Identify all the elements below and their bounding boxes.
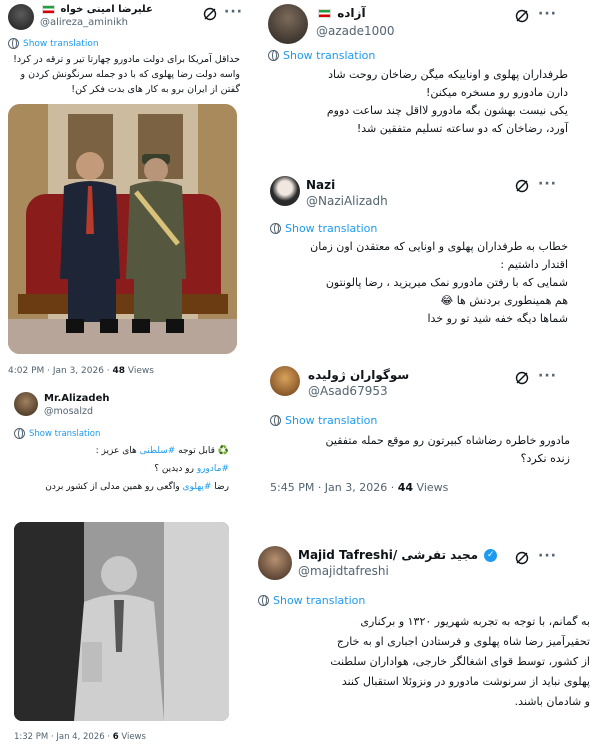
globe-icon bbox=[268, 50, 279, 61]
tweet-photo-reza-shah[interactable] bbox=[14, 522, 229, 721]
text-line: هم همینطوری بردنش ها 😂 bbox=[440, 294, 568, 307]
globe-icon bbox=[14, 428, 25, 439]
photo-illustration bbox=[14, 522, 229, 721]
iran-flag-icon bbox=[318, 9, 331, 18]
grok-icon[interactable] bbox=[514, 178, 530, 194]
tweet-card-alireza[interactable]: علیرضا امینی خواه @alireza_aminikh ··· S… bbox=[0, 0, 246, 382]
verified-badge-icon: ✓ bbox=[484, 549, 498, 562]
avatar[interactable] bbox=[268, 4, 308, 44]
display-name[interactable]: علیرضا امینی خواه bbox=[40, 4, 153, 15]
text-line: آورد، رضاخان که دو ساعته تسلیم متفقین شد… bbox=[356, 122, 568, 135]
globe-icon bbox=[258, 595, 269, 606]
tweet-card-majid[interactable]: Majid Tafreshi/ مجید تفرشی ✓ @majidtafre… bbox=[258, 536, 600, 750]
text-line: ♻️ قابل توجه #سلطنی های عزیز : bbox=[95, 446, 229, 456]
tweet-text: طرفداران پهلوی و اوناییکه میگن رضاخان رو… bbox=[268, 66, 568, 138]
avatar[interactable] bbox=[270, 176, 300, 206]
tweet-text: خطاب به طرفداران پهلوی و اونایی که معتقد… bbox=[270, 238, 568, 328]
text-line: تحقیرآمیز رضا شاه پهلوی و فرستادن اجباری… bbox=[336, 635, 590, 648]
tweet-card-mralizadeh[interactable]: Mr.Alizadeh @mosalzd Show translation ♻️… bbox=[0, 386, 246, 750]
text-line: یکی نیست بهشون بگه مادورو لااقل چند ساعت… bbox=[326, 104, 568, 117]
text-line: پهلوی نباید از سرنوشت مادورو در ونزوئلا … bbox=[341, 675, 590, 688]
more-options-icon[interactable]: ··· bbox=[538, 176, 557, 192]
user-handle[interactable]: @mosalzd bbox=[44, 406, 93, 417]
text-line: #مادورو رو دیدین ؟ bbox=[154, 464, 229, 474]
globe-icon bbox=[270, 223, 281, 234]
text-line: رضا #پهلوی واگعی رو همین مدلی از کشور بر… bbox=[45, 482, 229, 492]
text-line: اقتدار داشتیم : bbox=[500, 258, 568, 271]
show-translation-link[interactable]: Show translation bbox=[268, 49, 375, 62]
show-translation-link[interactable]: Show translation bbox=[270, 414, 377, 427]
avatar[interactable] bbox=[8, 4, 34, 30]
tweet-text: ♻️ قابل توجه #سلطنی های عزیز : #مادورو ر… bbox=[14, 442, 229, 496]
display-name[interactable]: آزاده bbox=[316, 6, 366, 20]
tweet-card-nazi[interactable]: Nazi @NaziAlizadh ··· Show translation خ… bbox=[258, 170, 600, 340]
display-name[interactable]: Nazi bbox=[306, 178, 335, 192]
text-line: زنده نکرد؟ bbox=[520, 452, 570, 465]
tweet-text: حداقل آمریکا برای دولت مادورو چهارتا تیر… bbox=[8, 52, 240, 97]
display-name[interactable]: سوگواران ژولیده bbox=[308, 368, 409, 382]
text-line: دارن مادورو رو مسخره میکنن! bbox=[425, 86, 568, 99]
avatar[interactable] bbox=[258, 546, 292, 580]
iran-flag-icon bbox=[42, 4, 55, 14]
text-line: خطاب به طرفداران پهلوی و اونایی که معتقد… bbox=[310, 240, 568, 253]
more-options-icon[interactable]: ··· bbox=[538, 368, 557, 384]
user-handle[interactable]: @azade1000 bbox=[316, 24, 395, 38]
avatar[interactable] bbox=[14, 392, 38, 416]
user-handle[interactable]: @majidtafreshi bbox=[298, 564, 389, 578]
text-line: از کشور، توسط قوای اشغالگر خارجی، هوادار… bbox=[330, 655, 590, 668]
show-translation-link[interactable]: Show translation bbox=[270, 222, 377, 235]
grok-icon[interactable] bbox=[514, 8, 530, 24]
grok-icon[interactable] bbox=[514, 370, 530, 386]
tweet-photo-maduro-reza-shah[interactable] bbox=[8, 104, 237, 354]
hashtag-link[interactable]: #سلطنی bbox=[140, 446, 176, 456]
tweet-meta[interactable]: 4:02 PM · Jan 3, 2026 · 48 Views bbox=[8, 366, 154, 376]
user-handle[interactable]: @alireza_aminikh bbox=[40, 17, 128, 28]
tweet-meta[interactable]: 5:45 PM · Jan 3, 2026 · 44 Views bbox=[270, 481, 448, 494]
text-line: گفتن از ایران برو به کار های بدت فکر کن! bbox=[71, 84, 240, 95]
text-line: و شادمان باشند. bbox=[514, 695, 590, 708]
text-line: حداقل آمریکا برای دولت مادورو چهارتا تیر… bbox=[13, 54, 240, 65]
tweet-text: مادورو خاطره رضاشاه کبیرتون رو موقع حمله… bbox=[270, 432, 570, 468]
tweet-card-azade[interactable]: آزاده @azade1000 ··· Show translation طر… bbox=[258, 0, 600, 150]
text-line: به گمانم، با توجه به تجربه شهریور ۱۳۲۰ و… bbox=[360, 615, 590, 628]
globe-icon bbox=[270, 415, 281, 426]
show-translation-link[interactable]: Show translation bbox=[14, 428, 100, 439]
display-name[interactable]: Majid Tafreshi/ مجید تفرشی ✓ bbox=[298, 548, 499, 562]
show-translation-link[interactable]: Show translation bbox=[258, 594, 365, 607]
display-name[interactable]: Mr.Alizadeh bbox=[44, 393, 109, 404]
user-handle[interactable]: @NaziAlizadh bbox=[306, 194, 388, 208]
text-line: واسه دولت رضا پهلوی که با دو جمله سرنگون… bbox=[20, 69, 240, 80]
more-options-icon[interactable]: ··· bbox=[224, 4, 243, 20]
globe-icon bbox=[8, 38, 19, 49]
text-line: مادورو خاطره رضاشاه کبیرتون رو موقع حمله… bbox=[325, 434, 570, 447]
hashtag-link[interactable]: #مادورو bbox=[197, 464, 229, 474]
photo-illustration bbox=[8, 104, 237, 354]
more-options-icon[interactable]: ··· bbox=[538, 6, 557, 22]
avatar[interactable] bbox=[270, 366, 300, 396]
text-line: طرفداران پهلوی و اوناییکه میگن رضاخان رو… bbox=[328, 68, 568, 81]
text-line: شمایی که با رفتن مادورو نمک میریزید ، رض… bbox=[325, 276, 568, 289]
hashtag-link[interactable]: #پهلوی bbox=[183, 482, 212, 492]
more-options-icon[interactable]: ··· bbox=[538, 548, 557, 564]
grok-icon[interactable] bbox=[202, 6, 218, 22]
show-translation-link[interactable]: Show translation bbox=[8, 38, 99, 49]
tweet-text: به گمانم، با توجه به تجربه شهریور ۱۳۲۰ و… bbox=[258, 612, 590, 712]
text-line: شماها دیگه خفه شید تو رو خدا bbox=[427, 312, 568, 325]
tweet-meta[interactable]: 1:32 PM · Jan 4, 2026 · 6 Views bbox=[14, 732, 146, 742]
user-handle[interactable]: @Asad67953 bbox=[308, 384, 388, 398]
grok-icon[interactable] bbox=[514, 550, 530, 566]
tweet-card-asad[interactable]: سوگواران ژولیده @Asad67953 ··· Show tran… bbox=[258, 360, 600, 500]
